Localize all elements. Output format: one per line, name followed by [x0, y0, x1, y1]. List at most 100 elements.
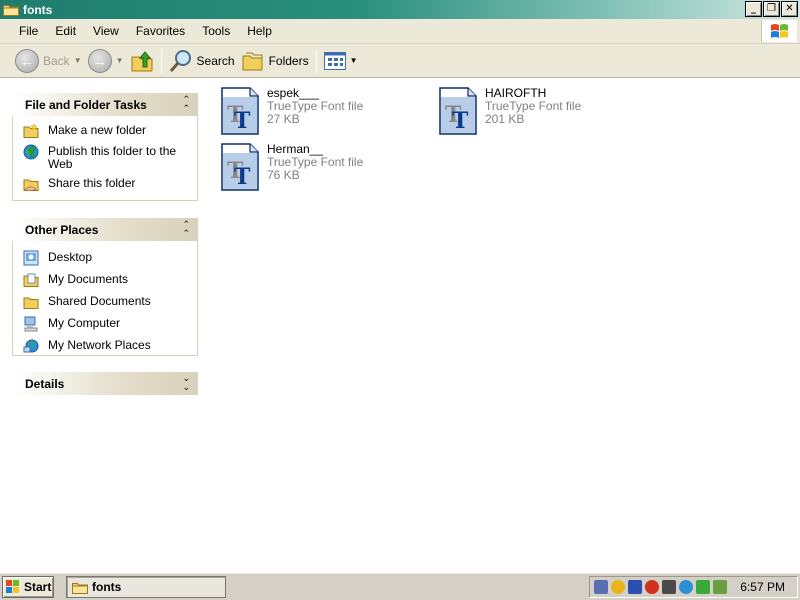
task-pane: File and Folder Tasks ⌃ ⌃ Make a new fold… [0, 78, 210, 572]
folder-icon [72, 582, 88, 594]
task-publish-to-web[interactable]: Publish this folder to the Web [23, 143, 187, 171]
collapse-chevron-icon[interactable]: ⌃ ⌃ [182, 220, 190, 239]
details-header[interactable]: Details ⌄ ⌄ [12, 372, 198, 395]
file-list-view: T T espek___ TrueType Font file 27 KB T … [210, 78, 800, 572]
task-label: Share this folder [48, 176, 136, 190]
antivirus-tray-icon[interactable] [645, 580, 659, 594]
file-size: 201 KB [485, 112, 525, 126]
my-documents-icon [23, 273, 39, 287]
file-folder-tasks-panel: File and Folder Tasks ⌃ ⌃ Make a new fold… [12, 93, 198, 201]
folder-icon [3, 3, 19, 16]
tools-tray-icon[interactable] [662, 580, 676, 594]
other-places-header[interactable]: Other Places ⌃ ⌃ [12, 218, 198, 241]
place-desktop[interactable]: Desktop [23, 249, 187, 266]
speaker-tray-icon[interactable] [713, 580, 727, 594]
truetype-font-file-icon: T T [221, 143, 259, 191]
file-item[interactable]: T T HAIROFTH TrueType Font file 201 KB [438, 87, 638, 135]
place-label: My Computer [48, 316, 121, 330]
search-icon [169, 49, 191, 72]
menu-view[interactable]: View [84, 24, 127, 38]
place-label: Shared Documents [48, 294, 151, 308]
update-tray-icon[interactable] [696, 580, 710, 594]
views-icon [323, 51, 346, 70]
back-arrow-icon: ← [15, 48, 39, 73]
windows-logo-icon [6, 580, 19, 593]
shield-tray-icon[interactable] [628, 580, 642, 594]
place-label: My Documents [48, 272, 129, 286]
menu-file[interactable]: File [0, 24, 46, 38]
svg-text:T: T [234, 164, 251, 190]
panel-title: File and Folder Tasks [25, 97, 147, 112]
file-folder-tasks-header[interactable]: File and Folder Tasks ⌃ ⌃ [12, 93, 198, 116]
toolbar: ← Back ▼ → ▼ Search Folders ▼ [0, 44, 800, 78]
title-bar[interactable]: fonts _ ❐ ✕ [0, 0, 800, 19]
new-folder-icon [23, 123, 39, 138]
network-tray-icon[interactable] [594, 580, 608, 594]
dropdown-arrow-icon[interactable]: ▼ [350, 56, 358, 65]
folders-button[interactable]: Folders [238, 47, 312, 75]
close-button[interactable]: ✕ [781, 1, 798, 17]
my-computer-icon [24, 316, 38, 332]
taskbar-window-fonts[interactable]: fonts [66, 576, 226, 598]
clock[interactable]: 6:57 PM [740, 580, 785, 594]
share-folder-icon [23, 179, 39, 192]
details-panel: Details ⌄ ⌄ [12, 372, 198, 395]
globe-icon [23, 144, 39, 160]
system-tray: 6:57 PM [589, 576, 798, 598]
place-label: Desktop [48, 250, 93, 264]
place-shared-documents[interactable]: Shared Documents [23, 293, 187, 310]
toolbar-separator [160, 48, 162, 73]
collapse-chevron-icon[interactable]: ⌃ ⌃ [182, 95, 190, 114]
place-my-computer[interactable]: My Computer [23, 315, 187, 332]
truetype-font-file-icon: T T [221, 87, 259, 135]
menu-favorites[interactable]: Favorites [127, 24, 193, 38]
other-places-panel: Other Places ⌃ ⌃ Desktop My Documents Sha… [12, 218, 198, 356]
svg-text:T: T [234, 108, 251, 134]
menu-help[interactable]: Help [238, 24, 280, 38]
dropdown-arrow-icon[interactable]: ▼ [116, 56, 124, 65]
views-button[interactable]: ▼ [321, 47, 361, 75]
folders-label: Folders [268, 53, 309, 68]
taskbar: Start fonts 6:57 PM [0, 572, 800, 600]
up-folder-button[interactable] [127, 47, 157, 75]
taskbar-window-label: fonts [92, 580, 122, 594]
up-folder-icon [131, 50, 153, 71]
dropdown-arrow-icon[interactable]: ▼ [74, 56, 82, 65]
network-places-icon [23, 339, 39, 353]
toolbar-separator [315, 48, 317, 73]
search-label: Search [196, 53, 235, 68]
task-share-folder[interactable]: Share this folder [23, 175, 187, 192]
windows-logo-icon [761, 20, 797, 42]
place-my-network-places[interactable]: My Network Places [23, 337, 187, 354]
panel-title: Other Places [25, 222, 99, 237]
task-label: Make a new folder [48, 123, 147, 137]
start-button[interactable]: Start [2, 576, 54, 598]
window-title: fonts [23, 2, 53, 17]
forward-button[interactable]: → ▼ [85, 47, 127, 75]
menu-edit[interactable]: Edit [46, 24, 84, 38]
file-item[interactable]: T T Herman__ TrueType Font file 76 KB [220, 143, 420, 191]
place-label: My Network Places [48, 338, 151, 352]
file-size: 27 KB [267, 112, 300, 126]
place-my-documents[interactable]: My Documents [23, 271, 187, 288]
desktop-icon [23, 250, 39, 266]
globe-tray-icon[interactable] [679, 580, 693, 594]
forward-arrow-icon: → [87, 48, 112, 73]
folders-icon [242, 52, 263, 70]
svg-text:T: T [452, 108, 469, 134]
file-item[interactable]: T T espek___ TrueType Font file 27 KB [220, 87, 420, 135]
truetype-font-file-icon: T T [439, 87, 477, 135]
task-label: Publish this folder to the Web [48, 144, 177, 171]
back-button[interactable]: ← Back ▼ [12, 47, 85, 75]
start-label: Start [24, 580, 52, 594]
sun-tray-icon[interactable] [611, 580, 625, 594]
back-label: Back [43, 53, 70, 68]
menu-bar: File Edit View Favorites Tools Help [0, 19, 800, 44]
menu-tools[interactable]: Tools [193, 24, 238, 38]
search-button[interactable]: Search [166, 47, 238, 75]
restore-button[interactable]: ❐ [763, 1, 780, 17]
file-size: 76 KB [267, 168, 300, 182]
minimize-button[interactable]: _ [745, 1, 762, 17]
expand-chevron-icon[interactable]: ⌄ ⌄ [182, 374, 190, 393]
task-make-new-folder[interactable]: Make a new folder [23, 122, 187, 139]
